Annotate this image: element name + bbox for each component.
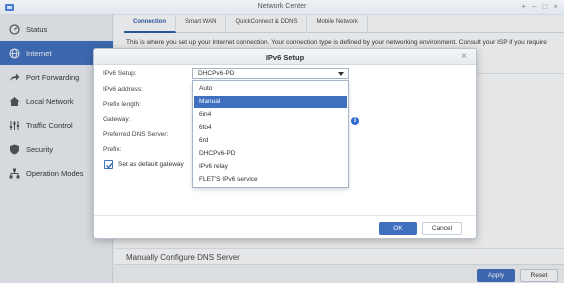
dropdown-option-manual[interactable]: Manual bbox=[194, 96, 347, 108]
preferred-dns-label: Preferred DNS Server: bbox=[103, 131, 169, 138]
ipv6-setup-selected-value: DHCPv6-PD bbox=[198, 70, 235, 77]
close-window-button[interactable]: × bbox=[553, 2, 558, 12]
dropdown-option-ipv6-relay[interactable]: IPv6 relay bbox=[194, 161, 347, 173]
dropdown-option-flets-ipv6[interactable]: FLET'S IPv6 service bbox=[194, 174, 347, 186]
ipv6-setup-label: IPv6 Setup: bbox=[103, 70, 137, 77]
dialog-title: IPv6 Setup bbox=[265, 53, 305, 62]
pin-window-button[interactable]: + bbox=[521, 2, 526, 12]
divider bbox=[94, 215, 476, 216]
window-titlebar: Network Center + – □ × bbox=[0, 0, 564, 15]
maximize-window-button[interactable]: □ bbox=[542, 2, 547, 12]
dropdown-option-6to4[interactable]: 6to4 bbox=[194, 122, 347, 134]
ipv6-setup-dropdown-list: Auto Manual 6in4 6to4 6rd DHCPv6-PD IPv6… bbox=[192, 80, 349, 188]
default-gateway-label: Set as default gateway bbox=[118, 161, 184, 168]
ok-button[interactable]: OK bbox=[379, 222, 417, 235]
dropdown-option-6rd[interactable]: 6rd bbox=[194, 135, 347, 147]
cancel-button[interactable]: Cancel bbox=[422, 222, 462, 235]
default-gateway-checkbox[interactable] bbox=[104, 160, 114, 169]
ipv6-setup-dialog: IPv6 Setup × IPv6 Setup: IPv6 address: P… bbox=[93, 48, 477, 239]
info-icon[interactable]: i bbox=[351, 117, 359, 125]
minimize-window-button[interactable]: – bbox=[532, 2, 536, 12]
dialog-header: IPv6 Setup × bbox=[94, 49, 476, 65]
dropdown-option-auto[interactable]: Auto bbox=[194, 83, 347, 95]
dropdown-option-6in4[interactable]: 6in4 bbox=[194, 109, 347, 121]
ipv6-address-label: IPv6 address: bbox=[103, 86, 143, 93]
chevron-down-icon bbox=[338, 72, 344, 76]
gateway-label: Gateway: bbox=[103, 116, 131, 123]
ipv6-setup-select[interactable]: DHCPv6-PD bbox=[192, 68, 349, 79]
prefix-length-label: Prefix length: bbox=[103, 101, 141, 108]
close-icon[interactable]: × bbox=[461, 51, 467, 62]
checkmark-icon bbox=[105, 162, 114, 169]
dropdown-option-dhcpv6-pd[interactable]: DHCPv6-PD bbox=[194, 148, 347, 160]
window-controls: + – □ × bbox=[521, 2, 558, 12]
prefix-label: Prefix: bbox=[103, 146, 122, 153]
window-title: Network Center bbox=[257, 3, 307, 10]
